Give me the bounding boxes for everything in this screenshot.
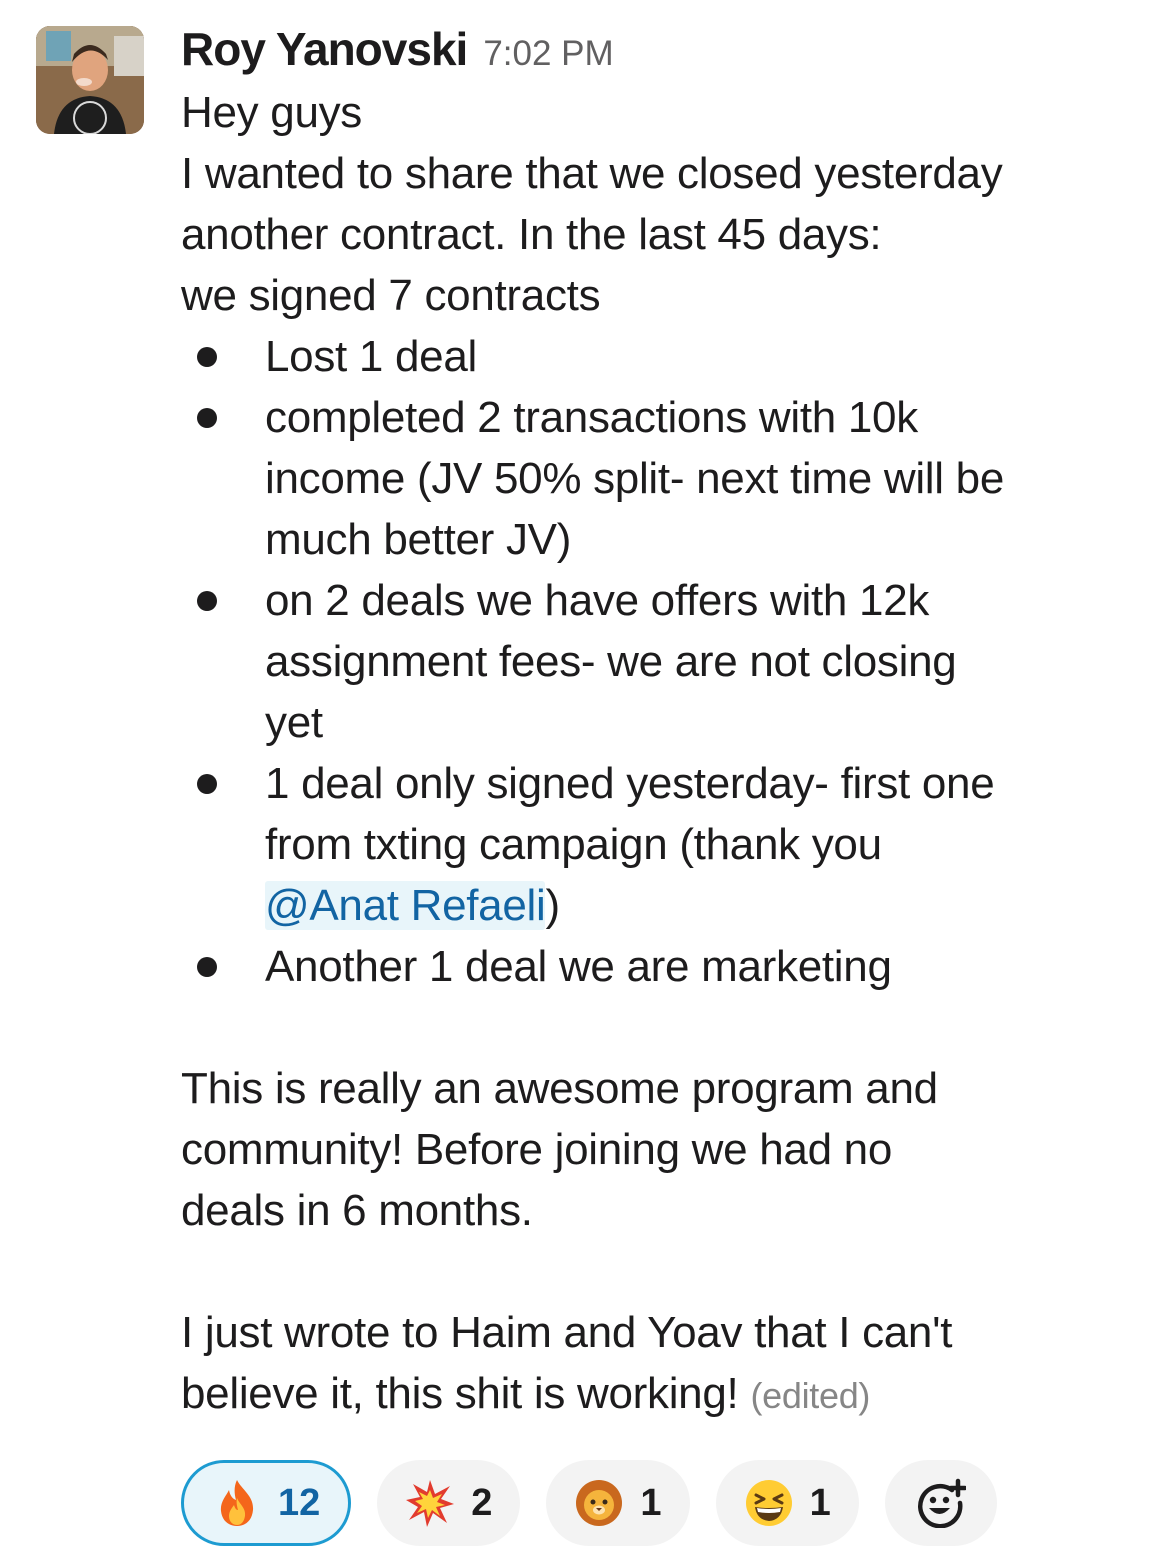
bullet-list: Lost 1 deal completed 2 transactions wit… xyxy=(181,326,1151,997)
bullet-dot xyxy=(197,347,217,367)
text-line: we signed 7 contracts xyxy=(181,271,601,320)
list-item: completed 2 transactions with 10k income… xyxy=(181,387,1151,570)
text-line: I just wrote to Haim and Yoav that I can… xyxy=(181,1308,953,1357)
reactions-bar: 12 2 1 1 xyxy=(181,1460,997,1546)
reaction-count: 12 xyxy=(278,1481,321,1524)
text-line: believe it, this shit is working! (edited… xyxy=(181,1363,1151,1426)
bullet-dot xyxy=(197,408,217,428)
user-mention[interactable]: @Anat Refaeli xyxy=(265,881,546,930)
timestamp[interactable]: 7:02 PM xyxy=(483,34,613,74)
text-line: assignment fees- we are not closing xyxy=(265,637,957,686)
text-line: Lost 1 deal xyxy=(265,332,477,381)
list-item: on 2 deals we have offers with 12k assig… xyxy=(181,570,1151,753)
reaction-count: 1 xyxy=(640,1481,662,1524)
list-item: Another 1 deal we are marketing xyxy=(181,936,1151,997)
text-line: yet xyxy=(265,698,323,747)
list-item: Lost 1 deal xyxy=(181,326,1151,387)
reaction-lion[interactable]: 1 xyxy=(546,1460,690,1546)
reaction-fire[interactable]: 12 xyxy=(181,1460,352,1546)
text-line: another contract. In the last 45 days: xyxy=(181,210,882,259)
list-item: 1 deal only signed yesterday- first one … xyxy=(181,753,1151,936)
reaction-collision[interactable]: 2 xyxy=(377,1460,521,1546)
edited-label: (edited) xyxy=(750,1375,871,1416)
text-line: completed 2 transactions with 10k xyxy=(265,393,918,442)
bullet-dot xyxy=(197,774,217,794)
message-body: Hey guys I wanted to share that we close… xyxy=(181,82,1151,1426)
text-line: income (JV 50% split- next time will be xyxy=(265,454,1005,503)
text-line: on 2 deals we have offers with 12k xyxy=(265,576,930,625)
text-line: much better JV) xyxy=(265,515,572,564)
text-line: 1 deal only signed yesterday- first one xyxy=(265,759,995,808)
lion-emoji-icon xyxy=(576,1480,623,1526)
text-line: This is really an awesome program and xyxy=(181,1064,938,1113)
reaction-count: 2 xyxy=(471,1481,493,1524)
avatar[interactable] xyxy=(36,26,144,134)
text-line: @Anat Refaeli) xyxy=(265,875,1151,936)
reaction-count: 1 xyxy=(809,1481,831,1524)
message: Roy Yanovski 7:02 PM Hey guys I wanted t… xyxy=(181,22,1151,1426)
text-line: community! Before joining we had no xyxy=(181,1125,893,1174)
bullet-dot xyxy=(197,957,217,977)
reaction-laughing[interactable]: 1 xyxy=(715,1460,859,1546)
message-header: Roy Yanovski 7:02 PM xyxy=(181,22,1151,82)
text-segment: believe it, this shit is working! xyxy=(181,1369,739,1418)
text-line: Hey guys xyxy=(181,88,363,137)
mention-suffix: ) xyxy=(545,881,560,930)
add-reaction-icon xyxy=(917,1478,966,1528)
text-line: Another 1 deal we are marketing xyxy=(265,942,892,991)
text-line: deals in 6 months. xyxy=(181,1186,533,1235)
grinning-squinting-face-emoji-icon xyxy=(745,1480,792,1526)
fire-emoji-icon xyxy=(220,1480,254,1526)
text-line: I wanted to share that we closed yesterd… xyxy=(181,149,1003,198)
text-line: from txting campaign (thank you xyxy=(265,820,882,869)
bullet-dot xyxy=(197,591,217,611)
author-name[interactable]: Roy Yanovski xyxy=(181,22,468,76)
collision-emoji-icon xyxy=(406,1480,455,1527)
add-reaction-button[interactable] xyxy=(884,1460,997,1546)
